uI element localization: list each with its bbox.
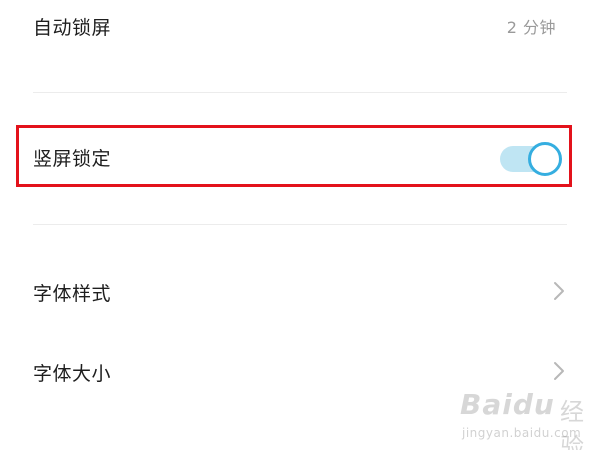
chevron-right-icon[interactable]	[548, 360, 570, 382]
font-style-row[interactable]: 字体样式	[0, 272, 600, 312]
auto-lock-value: 2 分钟	[506, 18, 556, 37]
settings-screen: 自动锁屏 2 分钟 竖屏锁定 字体样式 字体大小 Baidu 经验 jingya…	[0, 0, 600, 450]
divider	[33, 92, 567, 93]
font-style-label: 字体样式	[33, 282, 112, 305]
chevron-right-icon[interactable]	[548, 280, 570, 302]
auto-lock-row[interactable]: 自动锁屏 2 分钟	[0, 6, 600, 46]
divider	[33, 224, 567, 225]
font-size-label: 字体大小	[33, 362, 112, 385]
baidu-watermark: Baidu 经验 jingyan.baidu.com	[456, 388, 596, 450]
auto-lock-label: 自动锁屏	[33, 16, 112, 39]
watermark-url: jingyan.baidu.com	[462, 426, 582, 440]
watermark-logo: Baidu	[460, 388, 555, 421]
font-size-row[interactable]: 字体大小	[0, 352, 600, 392]
highlight-box	[16, 125, 572, 187]
watermark-sub: 经验	[560, 398, 584, 450]
